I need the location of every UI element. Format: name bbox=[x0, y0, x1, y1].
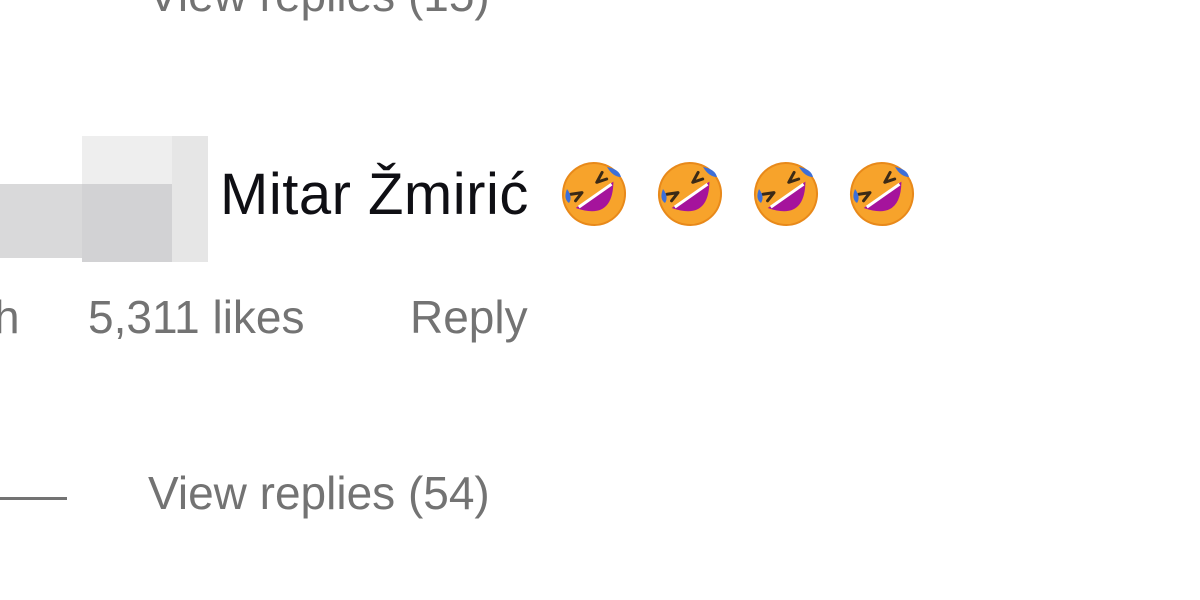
avatar[interactable] bbox=[0, 136, 208, 262]
likes-count-link[interactable]: 5,311 likes bbox=[88, 290, 305, 344]
rolling-on-floor-laughing-emoji-icon bbox=[753, 162, 818, 226]
rolling-on-floor-laughing-emoji-icon bbox=[657, 162, 722, 226]
rolling-on-floor-laughing-emoji-icon bbox=[561, 162, 626, 226]
replies-divider-line bbox=[0, 497, 67, 500]
view-replies-toggle[interactable]: View replies (54) bbox=[0, 466, 700, 526]
comment-timestamp: h bbox=[0, 291, 20, 343]
reply-button[interactable]: Reply bbox=[410, 290, 528, 344]
view-replies-previous-link[interactable]: View replies (15) bbox=[148, 0, 490, 22]
comment-username[interactable]: Mitar Žmirić bbox=[220, 161, 529, 228]
rolling-on-floor-laughing-emoji-icon bbox=[849, 162, 914, 226]
comment-body: Mitar Žmirić bbox=[220, 156, 917, 232]
view-replies-label[interactable]: View replies (54) bbox=[148, 466, 490, 520]
comment-emoji-row bbox=[559, 159, 917, 229]
